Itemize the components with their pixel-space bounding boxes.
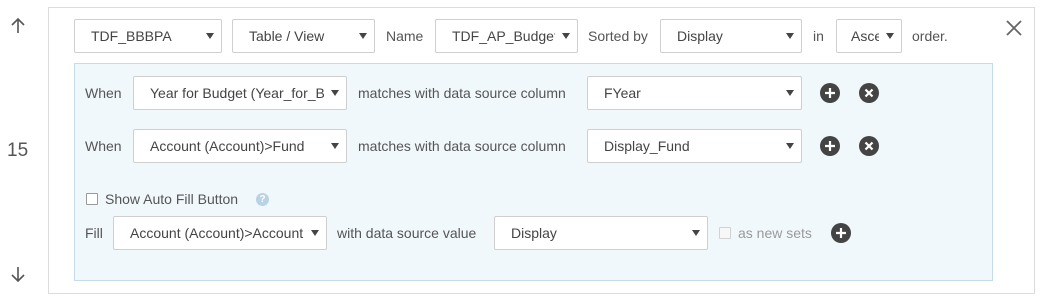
plus-circle-icon[interactable] bbox=[831, 223, 851, 243]
name-select[interactable]: TDF_AP_Budget... bbox=[435, 19, 578, 53]
close-icon[interactable] bbox=[1003, 17, 1025, 39]
arrow-down-icon[interactable] bbox=[9, 265, 27, 283]
arrow-up-icon[interactable] bbox=[9, 17, 27, 35]
fill-value-select[interactable]: Display bbox=[494, 216, 708, 250]
in-label: in bbox=[813, 28, 824, 44]
when-label: When bbox=[85, 138, 122, 154]
plus-circle-icon[interactable] bbox=[820, 83, 840, 103]
matches-label: matches with data source column bbox=[358, 85, 566, 101]
row-gutter: 15 bbox=[0, 0, 40, 298]
name-label: Name bbox=[386, 28, 424, 44]
condition-field-select[interactable]: Account (Account)>Fund bbox=[133, 129, 347, 163]
fill-field-select[interactable]: Account (Account)>Account bbox=[113, 216, 327, 250]
type-select[interactable]: Table / View bbox=[232, 19, 375, 53]
with-value-label: with data source value bbox=[337, 225, 477, 241]
sorted-by-label: Sorted by bbox=[588, 28, 648, 44]
condition-column-select[interactable]: Display_Fund bbox=[587, 129, 802, 163]
condition-field-select[interactable]: Year for Budget (Year_for_Budget) bbox=[133, 76, 347, 110]
sort-field-select[interactable]: Display bbox=[660, 19, 802, 53]
auto-fill-label: Show Auto Fill Button bbox=[105, 191, 239, 207]
matches-label: matches with data source column bbox=[358, 138, 566, 154]
condition-column-select[interactable]: FYear bbox=[587, 76, 802, 110]
question-circle-icon[interactable]: ? bbox=[256, 193, 269, 206]
order-select[interactable]: Ascending bbox=[836, 19, 902, 53]
plus-circle-icon[interactable] bbox=[820, 136, 840, 156]
when-label: When bbox=[85, 85, 122, 101]
as-new-sets-label: as new sets bbox=[738, 225, 812, 241]
x-circle-icon[interactable] bbox=[859, 136, 879, 156]
as-new-sets-checkbox[interactable] bbox=[719, 227, 731, 239]
row-number: 15 bbox=[7, 140, 29, 161]
order-label: order. bbox=[912, 28, 948, 44]
source-select[interactable]: TDF_BBBPA bbox=[74, 19, 222, 53]
fill-label: Fill bbox=[85, 225, 103, 241]
auto-fill-checkbox[interactable] bbox=[86, 193, 98, 205]
x-circle-icon[interactable] bbox=[859, 83, 879, 103]
